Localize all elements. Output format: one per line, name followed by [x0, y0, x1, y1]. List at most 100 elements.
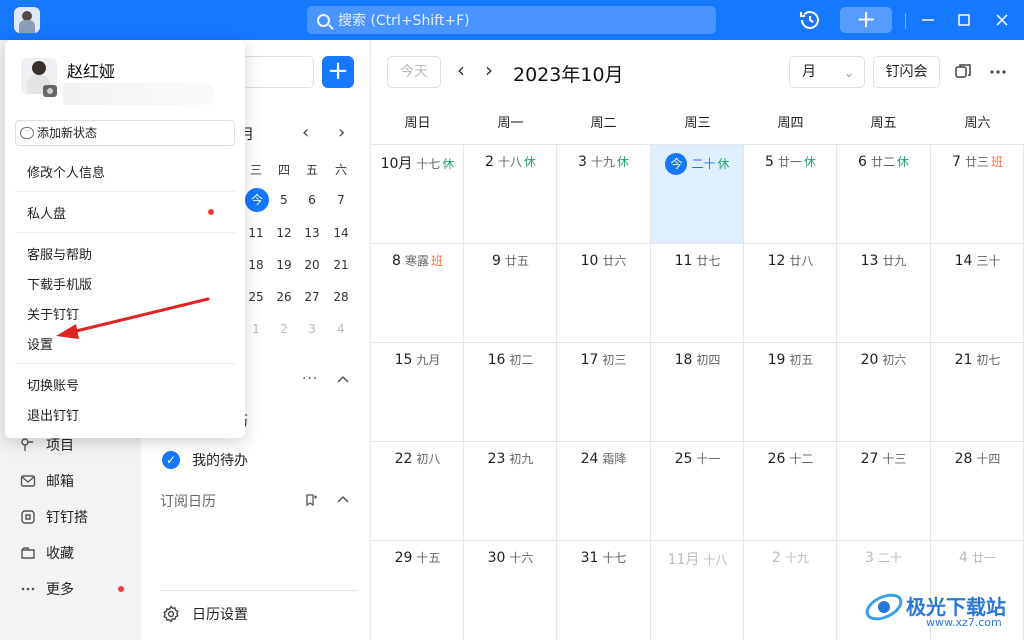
menu-download-mobile[interactable]: 下载手机版 — [27, 274, 92, 293]
calendar-day-today[interactable]: 今二十休 — [651, 144, 744, 244]
menu-edit-profile[interactable]: 修改个人信息 — [27, 162, 105, 181]
calendar-day[interactable]: 13 廿九 — [837, 243, 931, 343]
mini-day[interactable]: 11 — [243, 226, 269, 240]
day-number: 11月 — [667, 552, 700, 568]
calendar-day[interactable]: 3 十九休 — [557, 144, 651, 244]
mini-calendar-next[interactable]: › — [338, 122, 345, 143]
calendar-day[interactable]: 28 十四 — [931, 441, 1024, 541]
chevron-up-icon[interactable] — [336, 374, 350, 384]
mini-day[interactable]: 28 — [328, 290, 354, 304]
mini-day[interactable]: 21 — [328, 258, 354, 272]
calendar-day[interactable]: 26 十二 — [744, 441, 837, 541]
menu-support[interactable]: 客服与帮助 — [27, 244, 92, 263]
lunar-date: 十六 — [509, 551, 534, 565]
check-icon[interactable]: ✓ — [162, 451, 180, 469]
mini-day[interactable]: 14 — [328, 226, 354, 240]
calendar-day[interactable]: 10 廿六 — [557, 243, 651, 343]
calendar-day[interactable]: 22 初八 — [371, 441, 464, 541]
next-month-button[interactable]: › — [485, 58, 493, 82]
history-icon[interactable] — [798, 8, 822, 32]
mini-calendar-prev[interactable]: ‹ — [302, 122, 309, 143]
mini-day-next-month[interactable]: 4 — [328, 322, 354, 336]
mini-day-next-month[interactable]: 3 — [299, 322, 325, 336]
menu-private-drive[interactable]: 私人盘 — [27, 203, 66, 222]
menu-logout[interactable]: 退出钉钉 — [27, 405, 79, 424]
calendar-day[interactable]: 27 十三 — [837, 441, 931, 541]
view-select[interactable]: 月 ⌄ — [789, 56, 865, 88]
mini-day[interactable]: 18 — [243, 258, 269, 272]
add-status-button[interactable]: ··· 添加新状态 — [15, 120, 235, 146]
chevron-up-icon[interactable] — [336, 494, 350, 504]
calendar-day[interactable]: 19 初五 — [744, 342, 837, 442]
mini-day[interactable]: 7 — [328, 193, 354, 207]
prev-month-button[interactable]: ‹ — [457, 58, 465, 82]
my-todo-calendar[interactable]: ✓ 我的待办 — [162, 450, 248, 470]
menu-settings[interactable]: 设置 — [27, 334, 53, 353]
mini-day[interactable]: 6 — [299, 193, 325, 207]
calendar-day[interactable]: 8 寒露班 — [371, 243, 464, 343]
camera-icon[interactable] — [43, 85, 57, 97]
mini-day[interactable]: 27 — [299, 290, 325, 304]
mini-day-next-month[interactable]: 1 — [243, 322, 269, 336]
calendar-day[interactable]: 7 廿三班 — [931, 144, 1024, 244]
calendar-day[interactable]: 16 初二 — [464, 342, 557, 442]
calendar-day[interactable]: 5 廿一休 — [744, 144, 837, 244]
calendar-day[interactable]: 30 十六 — [464, 540, 557, 640]
calendar-day[interactable]: 12 廿八 — [744, 243, 837, 343]
calendar-day[interactable]: 25 十一 — [651, 441, 744, 541]
flash-meeting-button[interactable]: 钉闪会 — [873, 56, 940, 88]
calendar-day[interactable]: 6 廿二休 — [837, 144, 931, 244]
more-icon[interactable] — [988, 62, 1008, 82]
calendar-day[interactable]: 18 初四 — [651, 342, 744, 442]
menu-divider — [15, 363, 235, 364]
mini-day[interactable]: 5 — [271, 193, 297, 207]
nav-item-favorites[interactable]: 收藏 — [20, 541, 74, 565]
mini-day[interactable]: 20 — [299, 258, 325, 272]
calendar-day[interactable]: 15 九月 — [371, 342, 464, 442]
day-label: 27 十三 — [837, 450, 930, 467]
user-avatar-button[interactable] — [14, 7, 40, 33]
calendar-day[interactable]: 14 三十 — [931, 243, 1024, 343]
mini-day-next-month[interactable]: 2 — [271, 322, 297, 336]
minimize-icon[interactable] — [916, 8, 940, 32]
calendar-day[interactable]: 29 十五 — [371, 540, 464, 640]
menu-about[interactable]: 关于钉钉 — [27, 304, 79, 323]
maximize-icon[interactable] — [952, 8, 976, 32]
calendar-settings-button[interactable]: 日历设置 — [162, 604, 248, 624]
window-switch-icon[interactable] — [953, 62, 973, 82]
calendar-day[interactable]: 20 初六 — [837, 342, 931, 442]
mini-day[interactable]: 26 — [271, 290, 297, 304]
day-number: 9 — [492, 253, 501, 269]
calendar-day[interactable]: 31 十七 — [557, 540, 651, 640]
calendar-day[interactable]: 24 霜降 — [557, 441, 651, 541]
mini-day[interactable]: 19 — [271, 258, 297, 272]
mini-day[interactable]: 13 — [299, 226, 325, 240]
calendar-day[interactable]: 21 初七 — [931, 342, 1024, 442]
day-number: 7 — [952, 154, 961, 170]
new-button[interactable]: + — [840, 7, 892, 33]
calendar-day[interactable]: 2 十八休 — [464, 144, 557, 244]
calendar-day[interactable]: 9 廿五 — [464, 243, 557, 343]
close-icon[interactable] — [990, 8, 1014, 32]
mini-day[interactable]: 12 — [271, 226, 297, 240]
global-search-input[interactable]: 搜索 (Ctrl+Shift+F) — [307, 6, 716, 34]
mini-day[interactable]: 25 — [243, 290, 269, 304]
calendar-day[interactable]: 11月 十八 — [651, 540, 744, 640]
nav-item-more[interactable]: 更多 — [20, 577, 74, 601]
nav-item-app-builder[interactable]: 钉钉搭 — [20, 505, 88, 529]
calendar-day[interactable]: 23 初九 — [464, 441, 557, 541]
today-button[interactable]: 今天 — [387, 56, 441, 88]
menu-switch-account[interactable]: 切换账号 — [27, 375, 79, 394]
day-label: 30 十六 — [464, 549, 557, 566]
calendar-list-more-icon[interactable]: ··· — [302, 371, 318, 387]
calendar-day[interactable]: 10月 十七休 — [371, 144, 464, 244]
calendar-day[interactable]: 17 初三 — [557, 342, 651, 442]
calendar-day[interactable]: 2 十九 — [744, 540, 837, 640]
mini-calendar-today[interactable]: 今 — [245, 188, 269, 212]
calendar-day[interactable]: 11 廿七 — [651, 243, 744, 343]
nav-item-mail[interactable]: 邮箱 — [20, 469, 74, 493]
subscribe-icon[interactable] — [304, 493, 318, 507]
add-event-button[interactable]: + — [322, 56, 354, 88]
day-label: 24 霜降 — [557, 450, 650, 467]
calendar-search-input[interactable] — [242, 56, 314, 88]
